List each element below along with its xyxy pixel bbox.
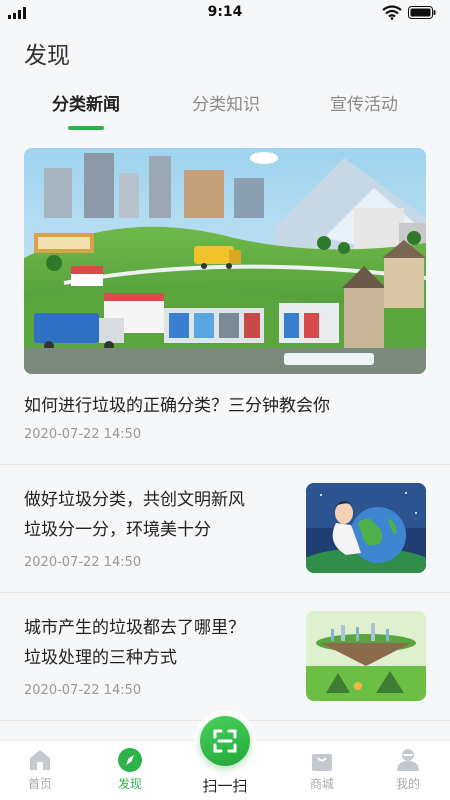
featured-news-title[interactable]: 如何进行垃圾的正确分类？三分钟教会你 bbox=[24, 391, 330, 416]
news-title-line-2: 垃圾分一分，环境美十分 bbox=[24, 520, 211, 540]
shopping-bag-icon bbox=[312, 754, 332, 771]
home-icon bbox=[30, 750, 50, 770]
news-date: 2020-07-22 14:50 bbox=[24, 555, 142, 570]
page-title: 发现 bbox=[24, 43, 70, 69]
scan-button[interactable] bbox=[194, 710, 256, 772]
user-profile-icon bbox=[397, 749, 419, 771]
tabbar-discover-label: 发现 bbox=[117, 777, 142, 791]
scan-button-circle bbox=[200, 716, 250, 766]
news-title-line-1: 城市产生的垃圾都去了哪里？ bbox=[24, 618, 245, 638]
tabbar-discover[interactable]: 发现 bbox=[100, 747, 160, 792]
tabbar-mine-label: 我的 bbox=[395, 777, 420, 791]
tabbar-mall[interactable]: 商城 bbox=[292, 747, 352, 792]
floating-island-illustration bbox=[306, 611, 426, 701]
scan-icon bbox=[213, 729, 237, 753]
news-title-line-1: 做好垃圾分类，共创文明新风 bbox=[24, 490, 245, 510]
tab-category-knowledge[interactable]: 分类知识 bbox=[166, 90, 286, 115]
list-item[interactable]: 做好垃圾分类，共创文明新风 垃圾分一分，环境美十分 2020-07-22 14:… bbox=[0, 465, 450, 593]
featured-news-date: 2020-07-22 14:50 bbox=[24, 427, 142, 442]
wifi-icon bbox=[382, 5, 402, 20]
category-tabs: 分类新闻 分类知识 宣传活动 bbox=[0, 86, 450, 132]
news-thumbnail bbox=[306, 483, 426, 573]
tabbar-home-label: 首页 bbox=[27, 777, 52, 791]
scan-label[interactable]: 扫一扫 bbox=[195, 775, 255, 796]
tab-promo-events[interactable]: 宣传活动 bbox=[304, 90, 424, 115]
earth-hug-illustration bbox=[306, 483, 426, 573]
compass-icon bbox=[118, 748, 142, 772]
active-tab-indicator bbox=[68, 126, 104, 130]
city-recycling-illustration bbox=[24, 148, 426, 374]
status-bar: 9:14 bbox=[0, 0, 450, 26]
list-item[interactable]: 城市产生的垃圾都去了哪里？ 垃圾处理的三种方式 2020-07-22 14:50 bbox=[0, 593, 450, 721]
featured-news-image[interactable] bbox=[24, 148, 426, 374]
news-thumbnail bbox=[306, 611, 426, 701]
tabbar-mine[interactable]: 我的 bbox=[378, 747, 438, 792]
tab-category-news[interactable]: 分类新闻 bbox=[26, 90, 146, 115]
news-date: 2020-07-22 14:50 bbox=[24, 683, 142, 698]
battery-icon bbox=[408, 6, 436, 19]
tabbar-mall-label: 商城 bbox=[309, 777, 334, 791]
tabbar-home[interactable]: 首页 bbox=[10, 747, 70, 792]
news-title-line-2: 垃圾处理的三种方式 bbox=[24, 648, 177, 668]
